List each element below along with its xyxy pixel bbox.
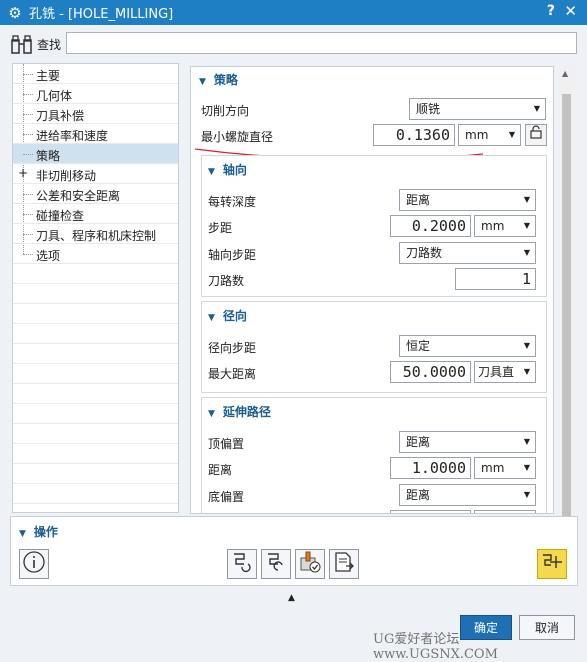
tree-empty-row bbox=[13, 444, 178, 464]
expand-icon[interactable]: + bbox=[18, 166, 28, 180]
scrollbar[interactable]: ▲ bbox=[559, 66, 574, 539]
help-button[interactable]: ? bbox=[547, 3, 555, 19]
distance-input[interactable]: 1.0000 bbox=[390, 457, 471, 479]
step-unit-dropdown[interactable]: mm ▼ bbox=[474, 215, 536, 237]
search-row: 查找 bbox=[0, 25, 587, 63]
collapse-triangle-icon: ▼ bbox=[208, 167, 215, 177]
bottom-offset-dropdown[interactable]: 距离 ▼ bbox=[399, 484, 536, 506]
tree-item-tool-program-machine[interactable]: 刀具、程序和机床控制 bbox=[13, 224, 178, 244]
radial-section: ▼ 径向 径向步距 恒定 ▼ 最大距离 50.0000 刀具直 ▼ bbox=[201, 301, 547, 393]
distance-unit-dropdown[interactable]: mm ▼ bbox=[474, 457, 536, 479]
close-button[interactable]: ✕ bbox=[564, 2, 577, 20]
tree-empty-row bbox=[13, 464, 178, 484]
tree-empty-row bbox=[13, 384, 178, 404]
passes-label: 刀路数 bbox=[208, 274, 245, 288]
top-offset-dropdown[interactable]: 距离 ▼ bbox=[399, 431, 536, 453]
verify-toolpath-icon bbox=[300, 551, 321, 573]
title-bar: ⚙ 孔铣 - [HOLE_MILLING] ? ✕ bbox=[0, 0, 587, 25]
section-header-operations[interactable]: ▼ 操作 bbox=[19, 523, 58, 540]
section-header-axial[interactable]: ▼ 轴向 bbox=[208, 161, 247, 183]
settings-panel: ▼ 策略 切削方向 顺铣 ▼ 最小螺旋直径 0.1360 mm ▼ ▼ 轴向 每转深度 … bbox=[190, 66, 554, 514]
watermark: UG爱好者论坛 www.UGSNX.COM bbox=[373, 632, 498, 662]
radial-step-label: 径向步距 bbox=[208, 341, 257, 355]
tree-empty-row bbox=[13, 284, 178, 304]
partial-dropdown[interactable] bbox=[474, 510, 536, 513]
navigation-tree: 主要 几何体 刀具补偿 进给率和速度 策略 + 非切削移动 公差和安全距离 碰撞检… bbox=[12, 63, 179, 513]
collapse-triangle-icon: ▼ bbox=[208, 409, 215, 419]
radial-step-dropdown[interactable]: 恒定 ▼ bbox=[399, 335, 536, 357]
extend-path-section: ▼ 延伸路径 顶偏置 距离 ▼ 距离 1.0000 mm ▼ 底偏置 距离 ▼ bbox=[201, 397, 547, 513]
step-label: 步距 bbox=[208, 221, 233, 235]
tree-item-strategy[interactable]: 策略 bbox=[13, 144, 178, 164]
tree-item-collision-check[interactable]: 碰撞检查 bbox=[13, 204, 178, 224]
scroll-up-icon[interactable]: ▲ bbox=[562, 69, 568, 78]
passes-input[interactable]: 1 bbox=[455, 268, 536, 290]
max-distance-label: 最大距离 bbox=[208, 367, 257, 381]
display-settings-button[interactable] bbox=[537, 549, 567, 579]
top-offset-label: 顶偏置 bbox=[208, 437, 245, 451]
chevron-down-icon: ▼ bbox=[523, 437, 530, 446]
tree-empty-row bbox=[13, 344, 178, 364]
replay-button[interactable] bbox=[261, 549, 291, 579]
info-icon bbox=[23, 551, 45, 573]
operations-panel: ▼ 操作 bbox=[10, 516, 578, 586]
search-input[interactable] bbox=[66, 32, 577, 54]
tree-item-tolerances[interactable]: 公差和安全距离 bbox=[13, 184, 178, 204]
section-header-extend-path[interactable]: ▼ 延伸路径 bbox=[208, 403, 271, 425]
chevron-down-icon: ▼ bbox=[523, 341, 530, 350]
verify-button[interactable] bbox=[295, 549, 325, 579]
tree-empty-row bbox=[13, 304, 178, 324]
tree-item-feeds-speeds[interactable]: 进给率和速度 bbox=[13, 124, 178, 144]
scrollbar-thumb[interactable] bbox=[562, 94, 571, 539]
partial-input[interactable] bbox=[390, 510, 471, 513]
axial-section: ▼ 轴向 每转深度 距离 ▼ 步距 0.2000 mm ▼ 轴向步距 刀路数 ▼ 刀路数… bbox=[201, 155, 547, 297]
info-button[interactable] bbox=[19, 549, 49, 579]
chevron-down-icon: ▼ bbox=[523, 195, 530, 204]
tree-empty-row bbox=[13, 324, 178, 344]
red-annotation-underline bbox=[194, 148, 484, 161]
depth-per-rev-label: 每转深度 bbox=[208, 195, 257, 209]
chevron-down-icon: ▼ bbox=[523, 221, 530, 230]
list-output-icon bbox=[335, 552, 354, 572]
gear-icon: ⚙ bbox=[8, 3, 22, 22]
chevron-down-icon: ▼ bbox=[523, 367, 530, 376]
axial-step-label: 轴向步距 bbox=[208, 248, 257, 262]
list-button[interactable] bbox=[329, 549, 359, 579]
search-label: 查找 bbox=[37, 38, 62, 52]
toolpath-display-icon bbox=[543, 554, 562, 568]
collapse-up-icon[interactable]: ▲ bbox=[288, 593, 295, 603]
tree-empty-row bbox=[13, 264, 178, 284]
tree-item-geometry[interactable]: 几何体 bbox=[13, 84, 178, 104]
tree-empty-row bbox=[13, 484, 178, 504]
chevron-down-icon: ▼ bbox=[523, 490, 530, 499]
max-distance-unit-dropdown[interactable]: 刀具直 ▼ bbox=[474, 361, 536, 383]
tree-empty-row bbox=[13, 404, 178, 424]
axial-step-dropdown[interactable]: 刀路数 ▼ bbox=[399, 242, 536, 264]
tree-empty-row bbox=[13, 364, 178, 384]
tree-item-tool-compensation[interactable]: 刀具补偿 bbox=[13, 104, 178, 124]
tree-empty-row bbox=[13, 424, 178, 444]
generate-toolpath-icon bbox=[234, 553, 251, 573]
chevron-down-icon: ▼ bbox=[523, 463, 530, 472]
collapse-triangle-icon: ▼ bbox=[208, 313, 215, 323]
chevron-down-icon: ▼ bbox=[523, 248, 530, 257]
binoculars-icon[interactable] bbox=[10, 35, 34, 55]
section-header-radial[interactable]: ▼ 径向 bbox=[208, 307, 247, 329]
step-input[interactable]: 0.2000 bbox=[390, 215, 471, 237]
tree-item-non-cutting-moves[interactable]: + 非切削移动 bbox=[13, 164, 178, 184]
bottom-offset-label: 底偏置 bbox=[208, 490, 245, 504]
max-distance-input[interactable]: 50.0000 bbox=[390, 361, 471, 383]
tree-item-options[interactable]: 选项 bbox=[13, 244, 178, 264]
collapse-triangle-icon: ▼ bbox=[19, 529, 26, 539]
generate-button[interactable] bbox=[227, 549, 257, 579]
depth-per-rev-dropdown[interactable]: 距离 ▼ bbox=[399, 189, 536, 211]
tree-item-main[interactable]: 主要 bbox=[13, 64, 178, 84]
distance-label: 距离 bbox=[208, 463, 233, 477]
window-title: 孔铣 - [HOLE_MILLING] bbox=[29, 7, 174, 22]
replay-toolpath-icon bbox=[268, 553, 283, 571]
